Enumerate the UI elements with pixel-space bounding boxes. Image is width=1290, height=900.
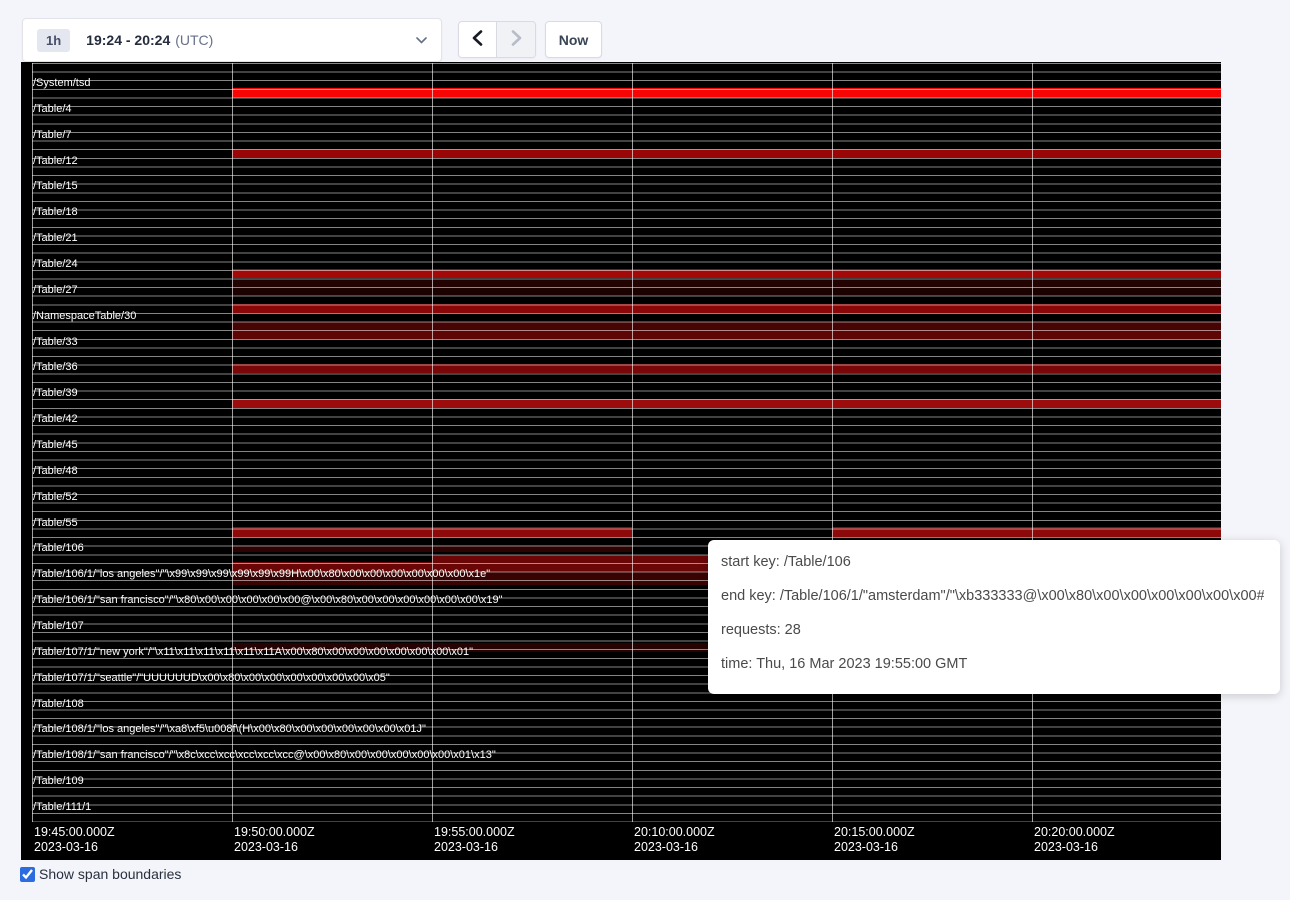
tick-date: 2023-03-16 bbox=[1034, 840, 1115, 855]
heat-band[interactable] bbox=[432, 555, 710, 572]
heat-band[interactable] bbox=[232, 364, 1221, 373]
time-gridline bbox=[1032, 63, 1033, 822]
row-label: /Table/36 bbox=[33, 361, 78, 373]
row-label: /Table/21 bbox=[33, 232, 78, 244]
span-boundary-gridlines bbox=[32, 63, 1221, 822]
time-gridline bbox=[232, 63, 233, 822]
row-label: /System/tsd bbox=[33, 77, 90, 89]
time-gridline bbox=[432, 63, 433, 822]
row-label: /Table/15 bbox=[33, 180, 78, 192]
next-interval-button[interactable] bbox=[497, 22, 535, 57]
row-label: /Table/106/1/"san francisco"/"\x80\x00\x… bbox=[33, 594, 503, 606]
row-label: /Table/108 bbox=[33, 698, 84, 710]
row-label: /Table/12 bbox=[33, 155, 78, 167]
row-label: /Table/39 bbox=[33, 387, 78, 399]
tick-time: 20:15:00.000Z bbox=[834, 825, 915, 840]
row-label: /Table/106 bbox=[33, 542, 84, 554]
row-label: /Table/55 bbox=[33, 517, 78, 529]
x-axis-tick: 20:10:00.000Z2023-03-16 bbox=[634, 825, 715, 855]
row-label: /Table/42 bbox=[33, 413, 78, 425]
show-span-boundaries-checkbox[interactable] bbox=[20, 867, 35, 882]
tick-date: 2023-03-16 bbox=[834, 840, 915, 855]
row-label: /Table/7 bbox=[33, 129, 72, 141]
tick-date: 2023-03-16 bbox=[34, 840, 115, 855]
time-nav-group bbox=[458, 21, 536, 58]
x-axis-tick: 19:55:00.000Z2023-03-16 bbox=[434, 825, 515, 855]
tick-time: 20:20:00.000Z bbox=[1034, 825, 1115, 840]
heat-band[interactable] bbox=[232, 304, 1221, 313]
show-span-boundaries-label: Show span boundaries bbox=[39, 866, 181, 882]
heat-band[interactable] bbox=[232, 269, 1221, 278]
time-gridline bbox=[632, 63, 633, 822]
tick-date: 2023-03-16 bbox=[234, 840, 315, 855]
span-tooltip: start key: /Table/106 end key: /Table/106… bbox=[708, 540, 1280, 694]
footer: Show span boundaries bbox=[20, 866, 181, 882]
row-label: /Table/24 bbox=[33, 258, 78, 270]
heat-band[interactable] bbox=[232, 279, 1221, 288]
tick-date: 2023-03-16 bbox=[634, 840, 715, 855]
chevron-down-icon bbox=[416, 37, 427, 44]
time-range-dropdown[interactable]: 1h 19:24 - 20:24 (UTC) bbox=[22, 18, 442, 62]
row-label: /Table/4 bbox=[33, 103, 72, 115]
row-label: /Table/45 bbox=[33, 439, 78, 451]
row-label: /Table/48 bbox=[33, 465, 78, 477]
heat-band[interactable] bbox=[232, 149, 1221, 158]
heat-band[interactable] bbox=[232, 330, 1221, 339]
chevron-left-icon bbox=[472, 30, 483, 49]
tick-time: 19:55:00.000Z bbox=[434, 825, 515, 840]
row-label: /NamespaceTable/30 bbox=[33, 310, 136, 322]
row-label: /Table/108/1/"los angeles"/"\xa8\xf5\u00… bbox=[33, 723, 426, 735]
tick-time: 19:50:00.000Z bbox=[234, 825, 315, 840]
tooltip-line: time: Thu, 16 Mar 2023 19:55:00 GMT bbox=[721, 654, 1264, 674]
heat-band[interactable] bbox=[232, 399, 1221, 408]
tooltip-line: requests: 28 bbox=[721, 620, 1264, 640]
row-label: /Table/27 bbox=[33, 284, 78, 296]
x-axis-tick: 20:15:00.000Z2023-03-16 bbox=[834, 825, 915, 855]
row-label: /Table/111/1 bbox=[33, 801, 91, 813]
row-label: /Table/52 bbox=[33, 491, 78, 503]
range-timezone: (UTC) bbox=[175, 32, 213, 48]
heat-band[interactable] bbox=[232, 287, 1221, 296]
heat-band[interactable] bbox=[232, 322, 1221, 331]
prev-interval-button[interactable] bbox=[459, 22, 497, 57]
time-gridline bbox=[32, 63, 33, 822]
tooltip-line: start key: /Table/106 bbox=[721, 552, 1264, 572]
heat-band[interactable] bbox=[232, 572, 710, 585]
now-button[interactable]: Now bbox=[545, 21, 602, 58]
tick-date: 2023-03-16 bbox=[434, 840, 515, 855]
key-visualizer-canvas[interactable]: /System/tsd/Table/4/Table/7/Table/12/Tab… bbox=[21, 62, 1221, 860]
heat-band[interactable] bbox=[232, 562, 432, 572]
time-gridline bbox=[832, 63, 833, 822]
range-duration-badge: 1h bbox=[37, 29, 70, 52]
row-label: /Table/18 bbox=[33, 206, 78, 218]
x-axis-tick: 20:20:00.000Z2023-03-16 bbox=[1034, 825, 1115, 855]
row-label: /Table/109 bbox=[33, 775, 84, 787]
row-label: /Table/107/1/"seattle"/"UUUUUUD\x00\x80\… bbox=[33, 672, 390, 684]
toolbar: 1h 19:24 - 20:24 (UTC) Now bbox=[0, 0, 1290, 62]
row-label: /Table/108/1/"san francisco"/"\x8c\xcc\x… bbox=[33, 749, 496, 761]
heat-band[interactable] bbox=[232, 527, 632, 537]
range-text: 19:24 - 20:24 bbox=[86, 32, 170, 48]
row-label: /Table/33 bbox=[33, 336, 78, 348]
row-label: /Table/107 bbox=[33, 620, 84, 632]
x-axis-tick: 19:50:00.000Z2023-03-16 bbox=[234, 825, 315, 855]
x-axis-tick: 19:45:00.000Z2023-03-16 bbox=[34, 825, 115, 855]
heat-band[interactable] bbox=[832, 527, 1221, 537]
heat-band[interactable] bbox=[232, 643, 710, 652]
heat-band[interactable] bbox=[232, 88, 1221, 98]
chevron-right-icon bbox=[511, 30, 522, 49]
heat-band[interactable] bbox=[232, 545, 632, 552]
tick-time: 20:10:00.000Z bbox=[634, 825, 715, 840]
tooltip-line: end key: /Table/106/1/"amsterdam"/"\xb33… bbox=[721, 586, 1264, 606]
tick-time: 19:45:00.000Z bbox=[34, 825, 115, 840]
